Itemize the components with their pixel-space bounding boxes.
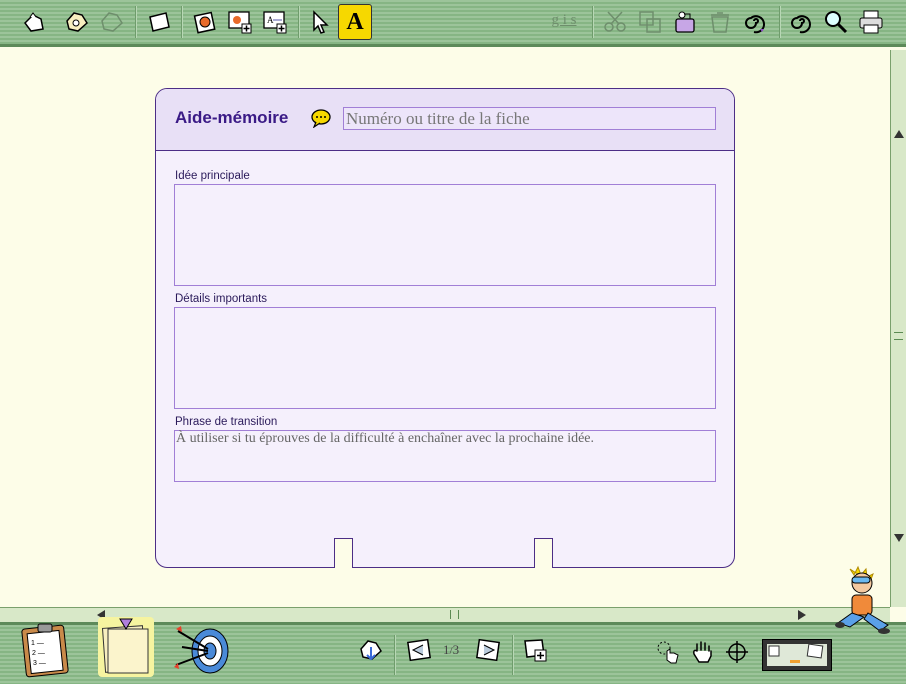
- vertical-scrollbar[interactable]: [890, 50, 906, 607]
- highlight-label: A: [346, 8, 364, 35]
- copy-icon: [635, 7, 665, 37]
- important-details-label: Détails importants: [175, 293, 268, 305]
- add-card-icon[interactable]: [520, 635, 550, 665]
- picture-icon[interactable]: [190, 7, 220, 37]
- target-icon[interactable]: [172, 621, 232, 677]
- spiral-menu-icon[interactable]: [740, 7, 770, 37]
- assistant-character-icon[interactable]: [832, 565, 892, 640]
- scroll-up-icon[interactable]: [894, 130, 904, 138]
- paste-icon[interactable]: [670, 7, 700, 37]
- svg-text:2 —: 2 —: [32, 650, 45, 657]
- toolbar-separator: [512, 635, 513, 675]
- checklist-icon[interactable]: 1 — 2 — 3 —: [20, 619, 75, 679]
- page-indicator: 1/3: [443, 642, 460, 657]
- important-details-field[interactable]: [174, 307, 716, 409]
- select-hand-icon[interactable]: [653, 637, 683, 667]
- page-total: 3: [452, 642, 460, 657]
- overview-icon[interactable]: [762, 639, 832, 671]
- trash-icon: [705, 7, 735, 37]
- add-picture-card-icon[interactable]: [225, 7, 255, 37]
- text-highlight-icon[interactable]: A: [338, 4, 372, 40]
- main-idea-label: Idée principale: [175, 170, 250, 182]
- top-toolbar: A A g i s: [0, 0, 906, 47]
- toolbar-separator: [135, 6, 136, 38]
- main-idea-field[interactable]: [174, 184, 716, 286]
- previous-card-icon[interactable]: [403, 635, 435, 665]
- notes-icon[interactable]: [98, 617, 154, 677]
- format-letters: g i s: [551, 11, 577, 28]
- print-icon[interactable]: [856, 7, 886, 37]
- toolbar-separator: [181, 6, 182, 38]
- card-title-input[interactable]: Numéro ou titre de la fiche: [343, 107, 716, 130]
- spiral-icon[interactable]: [786, 7, 816, 37]
- cards-icon[interactable]: [62, 7, 92, 37]
- scroll-down-icon[interactable]: [894, 534, 904, 542]
- toolbar-separator: [592, 6, 593, 38]
- shape-tool-icon[interactable]: [19, 7, 49, 37]
- scroll-thumb-grip[interactable]: [450, 610, 459, 619]
- next-card-icon[interactable]: [472, 635, 504, 665]
- svg-text:A: A: [267, 15, 274, 25]
- cards-disabled-icon: [97, 7, 127, 37]
- bottom-toolbar: 1 — 2 — 3 — 1/3: [0, 617, 906, 684]
- cut-icon: [600, 7, 630, 37]
- search-icon[interactable]: [821, 7, 851, 37]
- card-header: Aide-mémoire Numéro ou titre de la fiche: [156, 89, 734, 151]
- transition-phrase-field[interactable]: À utiliser si tu éprouves de la difficul…: [174, 430, 716, 482]
- card-tab-notch: [334, 538, 353, 568]
- toolbar-separator: [779, 6, 780, 38]
- format-icon: g i s: [543, 5, 585, 35]
- card-tab-notch: [534, 538, 553, 568]
- grab-hand-icon[interactable]: [688, 637, 718, 667]
- scroll-right-icon[interactable]: [798, 610, 806, 620]
- scroll-thumb-grip[interactable]: [894, 332, 903, 340]
- svg-text:3 —: 3 —: [33, 660, 46, 667]
- pointer-icon[interactable]: [305, 7, 335, 37]
- transition-phrase-label: Phrase de transition: [175, 416, 278, 428]
- memo-card[interactable]: Aide-mémoire Numéro ou titre de la fiche…: [155, 88, 735, 568]
- toolbar-separator: [394, 635, 395, 675]
- add-text-card-icon[interactable]: A: [260, 7, 290, 37]
- move-card-icon[interactable]: [356, 635, 386, 665]
- toolbar-separator: [298, 6, 299, 38]
- speech-bubble-icon[interactable]: [310, 108, 332, 128]
- svg-text:1 —: 1 —: [31, 640, 44, 647]
- crosshair-icon[interactable]: [722, 637, 752, 667]
- blank-page-icon[interactable]: [144, 7, 174, 37]
- card-title: Aide-mémoire: [175, 108, 289, 127]
